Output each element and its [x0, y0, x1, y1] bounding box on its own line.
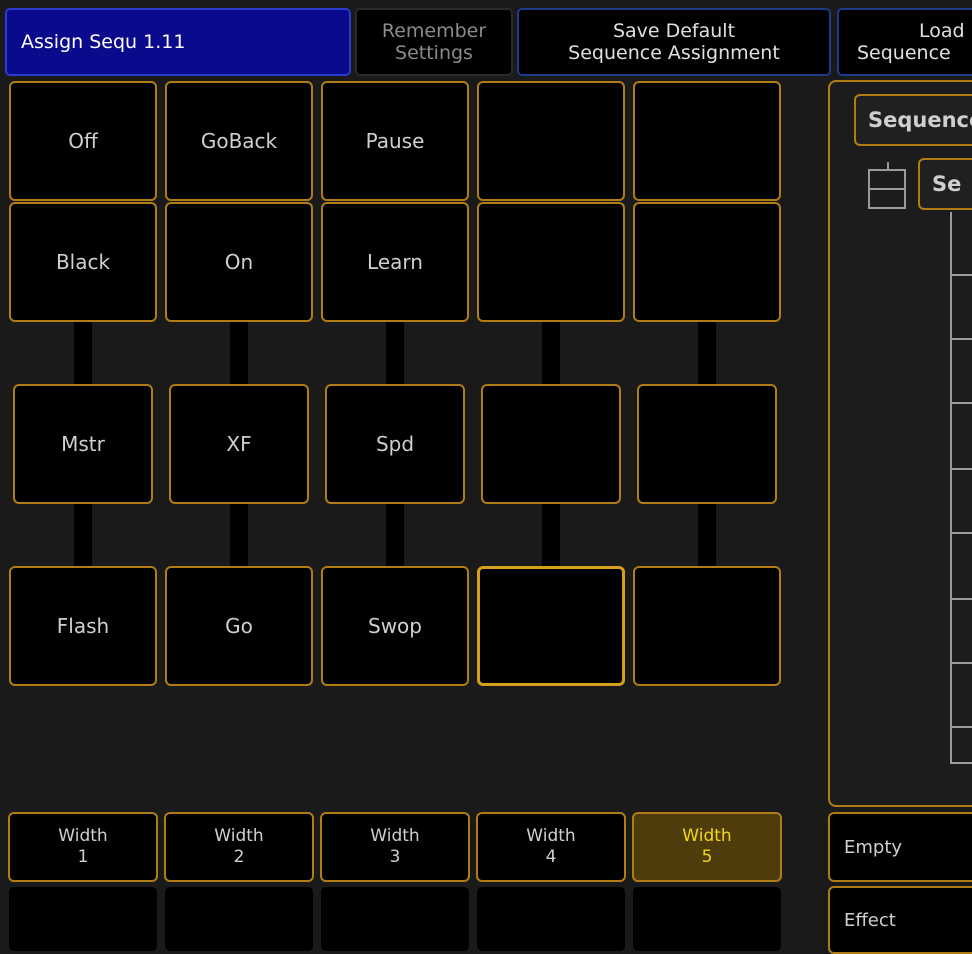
button-off[interactable]: Off: [9, 81, 157, 201]
empty-bottom-button[interactable]: [320, 886, 470, 952]
button-empty-r4c4-selected[interactable]: [477, 566, 625, 686]
button-spd[interactable]: Spd: [325, 384, 465, 504]
fader-slot: [698, 502, 716, 566]
button-empty-r2c5[interactable]: [633, 202, 781, 322]
tree-branch: [952, 274, 972, 276]
tree-branch: [952, 726, 972, 728]
fader-slot: [230, 502, 248, 566]
width-2-button[interactable]: Width 2: [164, 812, 314, 882]
width-3-button[interactable]: Width 3: [320, 812, 470, 882]
remember-settings-button[interactable]: Remember Settings: [355, 8, 513, 76]
button-learn-label: Learn: [367, 250, 423, 274]
effect-button[interactable]: Effect: [828, 886, 972, 954]
empty-bottom-button[interactable]: [164, 886, 314, 952]
fader-slot: [386, 320, 404, 384]
save-default-label-2: Sequence Assignment: [568, 42, 780, 64]
button-empty-r1c4[interactable]: [477, 81, 625, 201]
load-sequence-button[interactable]: Load Sequence: [837, 8, 972, 76]
button-goback-label: GoBack: [200, 129, 278, 153]
width-number: 1: [77, 847, 89, 867]
tree-child-sequence[interactable]: Se: [918, 158, 972, 210]
width-1-button[interactable]: Width 1: [8, 812, 158, 882]
button-learn[interactable]: Learn: [321, 202, 469, 322]
remember-settings-label-1: Remember: [381, 20, 487, 42]
sequence-tree-panel: Sequence Se: [828, 80, 972, 807]
tree-child-label: Se: [932, 172, 962, 196]
tree-branch: [952, 532, 972, 534]
button-spd-label: Spd: [375, 432, 415, 456]
button-go-label: Go: [225, 614, 253, 638]
width-label: Width: [58, 826, 108, 846]
tree-branch: [952, 468, 972, 470]
width-label: Width: [526, 826, 576, 846]
remember-settings-label-2: Settings: [395, 42, 473, 64]
button-flash-label: Flash: [56, 614, 110, 638]
button-swop-label: Swop: [368, 614, 422, 638]
empty-bottom-button[interactable]: [8, 886, 158, 952]
button-black[interactable]: Black: [9, 202, 157, 322]
tree-branch: [952, 338, 972, 340]
button-off-label: Off: [68, 129, 98, 153]
width-number: 4: [545, 847, 557, 867]
load-sequence-label-2: Sequence: [857, 42, 951, 64]
fader-slot: [74, 320, 92, 384]
button-on[interactable]: On: [165, 202, 313, 322]
button-go[interactable]: Go: [165, 566, 313, 686]
empty-button-label: Empty: [844, 836, 903, 858]
empty-bottom-button[interactable]: [476, 886, 626, 952]
width-number: 5: [701, 847, 713, 867]
tree-branch: [952, 598, 972, 600]
button-mstr[interactable]: Mstr: [13, 384, 153, 504]
fader-slot: [386, 502, 404, 566]
button-goback[interactable]: GoBack: [165, 81, 313, 201]
width-number: 2: [233, 847, 245, 867]
fader-slot: [74, 502, 92, 566]
fader-slot: [698, 320, 716, 384]
width-5-button-active[interactable]: Width 5: [632, 812, 782, 882]
fader-slot: [230, 320, 248, 384]
tree-branch: [952, 762, 972, 764]
button-xf-label: XF: [226, 432, 252, 456]
empty-button[interactable]: Empty: [828, 812, 972, 882]
width-label: Width: [214, 826, 264, 846]
button-empty-r4c5[interactable]: [633, 566, 781, 686]
fader-slot: [542, 502, 560, 566]
button-black-label: Black: [55, 250, 111, 274]
tree-branch: [952, 402, 972, 404]
width-4-button[interactable]: Width 4: [476, 812, 626, 882]
button-empty-r3c5[interactable]: [637, 384, 777, 504]
tree-branch-line: [950, 212, 972, 764]
button-on-label: On: [224, 250, 254, 274]
save-default-sequence-assignment-button[interactable]: Save Default Sequence Assignment: [517, 8, 831, 76]
button-pause-label: Pause: [365, 129, 425, 153]
load-sequence-label-1: Load: [919, 20, 965, 42]
tree-root-sequence[interactable]: Sequence: [854, 94, 972, 146]
window-title: Assign Sequ 1.11: [5, 8, 351, 76]
width-number: 3: [389, 847, 401, 867]
width-label: Width: [682, 826, 732, 846]
tree-branch: [952, 662, 972, 664]
button-empty-r1c5[interactable]: [633, 81, 781, 201]
button-empty-r2c4[interactable]: [477, 202, 625, 322]
tree-collapse-icon[interactable]: [868, 162, 908, 210]
button-mstr-label: Mstr: [61, 432, 105, 456]
effect-button-label: Effect: [844, 909, 896, 931]
width-label: Width: [370, 826, 420, 846]
save-default-label-1: Save Default: [612, 20, 736, 42]
button-empty-r3c4[interactable]: [481, 384, 621, 504]
tree-root-label: Sequence: [868, 108, 972, 132]
button-flash[interactable]: Flash: [9, 566, 157, 686]
button-swop[interactable]: Swop: [321, 566, 469, 686]
button-xf[interactable]: XF: [169, 384, 309, 504]
fader-slot: [542, 320, 560, 384]
button-pause[interactable]: Pause: [321, 81, 469, 201]
empty-bottom-button[interactable]: [632, 886, 782, 952]
window-title-text: Assign Sequ 1.11: [21, 31, 186, 53]
